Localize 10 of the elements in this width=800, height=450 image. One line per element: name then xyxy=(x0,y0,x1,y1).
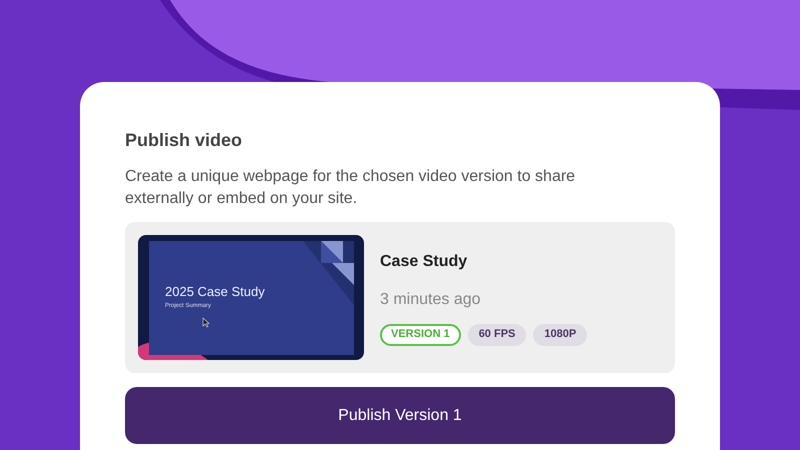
dialog-description: Create a unique webpage for the chosen video version to share externally or embed on your site. xyxy=(125,167,576,209)
slide-title: 2025 Case Study xyxy=(165,283,265,301)
video-name: Case Study xyxy=(380,252,468,272)
version-tag: 60 FPS xyxy=(468,324,526,346)
publish-button[interactable]: Publish Version 1 xyxy=(125,387,675,444)
video-time: 3 minutes ago xyxy=(380,290,482,310)
version-tag: 1080P xyxy=(533,324,588,346)
dialog-title: Publish video xyxy=(125,129,244,152)
cursor-icon xyxy=(202,317,210,328)
version-tag: VERSION 1 xyxy=(380,324,461,346)
